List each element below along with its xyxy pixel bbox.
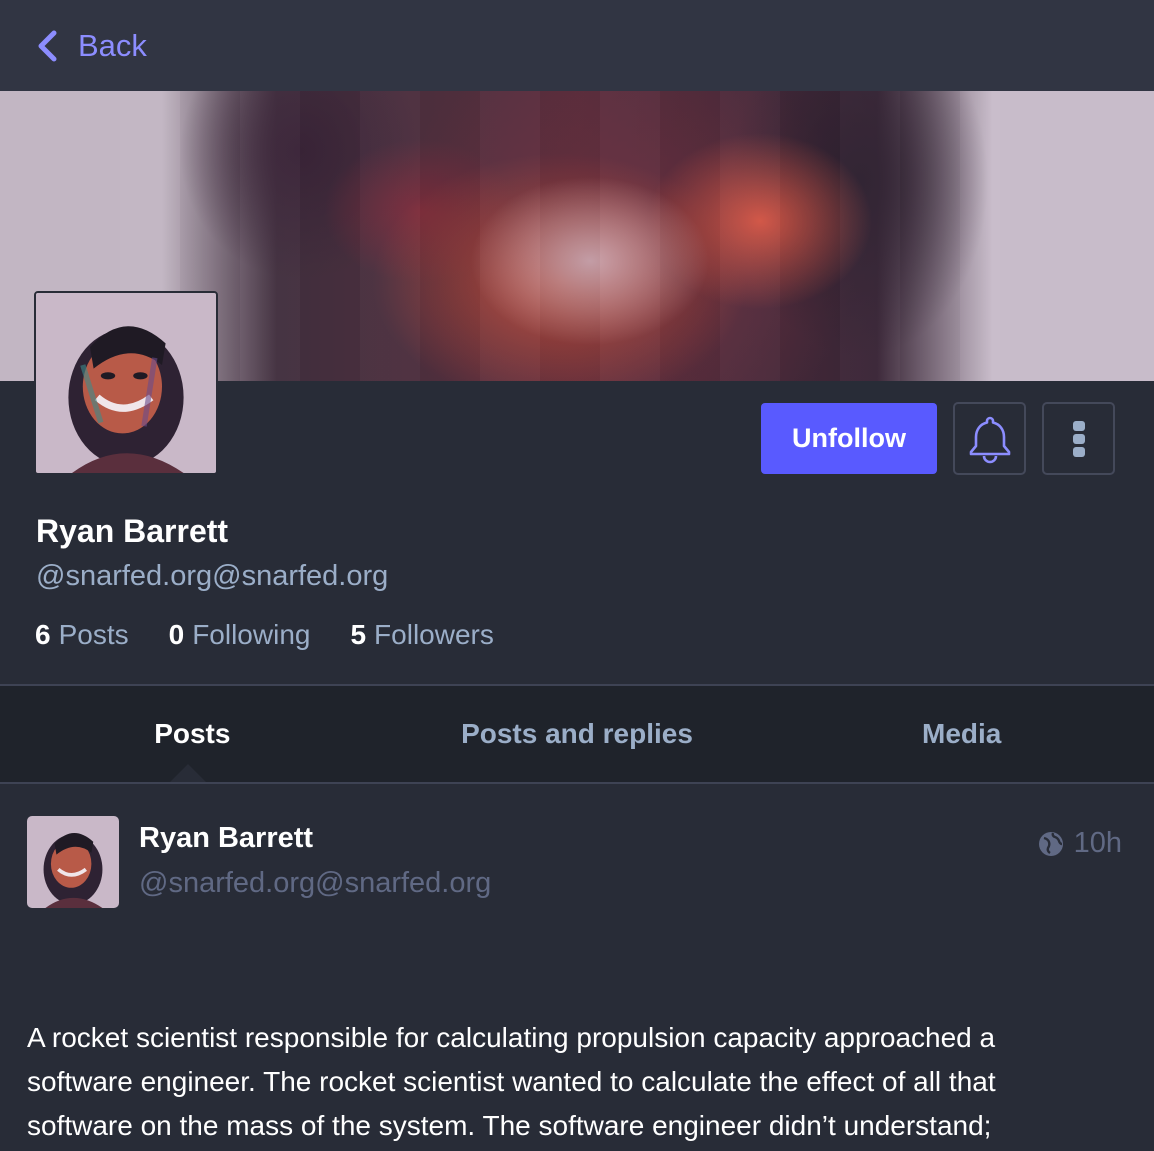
profile-counts: 6 Posts 0 Following 5 Followers — [35, 619, 534, 651]
notify-button[interactable] — [953, 402, 1026, 475]
post-acct[interactable]: @snarfed.org@snarfed.org — [139, 867, 491, 900]
chevron-left-icon — [38, 30, 57, 61]
post-line: software engineer. The rocket scientist … — [27, 1066, 996, 1097]
profile-avatar[interactable] — [34, 291, 218, 475]
profile-acct: @snarfed.org@snarfed.org — [36, 560, 389, 592]
followers-count[interactable]: 5 Followers — [350, 619, 493, 651]
divider — [0, 782, 1154, 784]
following-count[interactable]: 0 Following — [169, 619, 311, 651]
back-label: Back — [78, 27, 147, 63]
posts-count[interactable]: 6 Posts — [35, 619, 129, 651]
post-line: A rocket scientist responsible for calcu… — [27, 1022, 996, 1053]
more-options-button[interactable] — [1042, 402, 1115, 475]
more-vertical-icon — [1072, 420, 1085, 457]
post-content: A rocket scientist responsible for calcu… — [27, 1016, 1127, 1148]
avatar-image — [36, 293, 216, 473]
profile-display-name: Ryan Barrett — [36, 513, 229, 549]
post-timestamp[interactable]: 10h — [1038, 827, 1122, 860]
tab-posts-and-replies[interactable]: Posts and replies — [385, 686, 770, 782]
bell-icon — [969, 416, 1010, 463]
unfollow-button[interactable]: Unfollow — [761, 403, 937, 474]
back-button[interactable]: Back — [34, 28, 147, 64]
globe-icon — [1038, 831, 1063, 856]
avatar-image — [27, 816, 119, 908]
active-tab-indicator — [170, 764, 206, 782]
post-display-name[interactable]: Ryan Barrett — [139, 822, 313, 855]
post-line: software on the mass of the system. The … — [27, 1110, 992, 1141]
post-avatar[interactable] — [27, 816, 119, 908]
tab-media[interactable]: Media — [769, 686, 1154, 782]
top-bar: Back — [0, 0, 1154, 91]
